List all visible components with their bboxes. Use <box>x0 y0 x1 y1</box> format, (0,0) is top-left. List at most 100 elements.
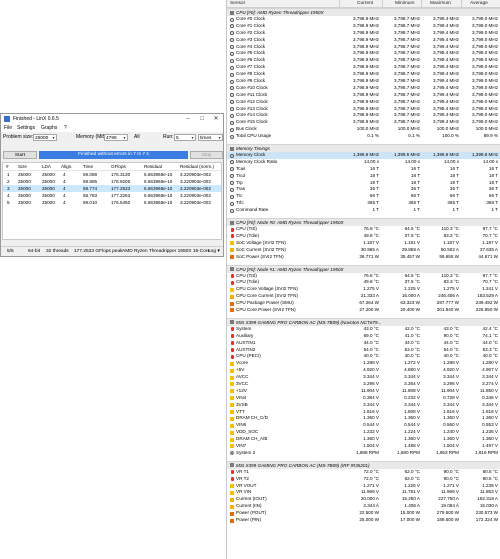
sensor-row[interactable]: CPU Package Power (SMU) 67.264 W 63.323 W 2… <box>227 300 500 307</box>
sensor-row[interactable]: VTT 1.816 V 1.808 V 1.816 V 1.816 V <box>227 409 500 416</box>
chevron-down-icon[interactable]: ▾ <box>122 135 127 140</box>
sensor-row[interactable]: Core #5 Clock 3,798.9 MHz 3,798.7 MHz 3,799… <box>227 50 500 57</box>
sensor-group-header[interactable]: CPU [#0]: Node #1: AMD Ryzen Threadrippe… <box>227 264 500 273</box>
sensor-group-header[interactable]: CPU [#0]: AMD Ryzen Threadripper 1950X <box>227 8 500 16</box>
sensor-row[interactable]: Bus Clock 100.0 MHz 100.0 MHz 100.0 MHz 100.… <box>227 126 500 133</box>
sensor-row[interactable]: VR T1 72.0 °C 62.0 °C 90.0 °C 80.5 °C <box>227 469 500 476</box>
all-checkbox-label[interactable]: All <box>134 134 140 141</box>
sensor-row[interactable]: CPU (Tctl) 76.8 °C 64.6 °C 110.3 °C 97.7 °C <box>227 273 500 280</box>
menu-file[interactable]: File <box>4 124 12 132</box>
sensor-row[interactable]: Memory Clock Ratio 14.00 x 14.00 x 14.00 x 1… <box>227 159 500 166</box>
sensor-row[interactable]: System 2 1,888 RPM 1,880 RPM 1,953 RPM 1,916… <box>227 450 500 457</box>
sensor-row[interactable]: 3VSB 3.344 V 3.344 V 3.344 V 3.344 V <box>227 402 500 409</box>
sensor-row[interactable]: Core #3 Clock 3,798.9 MHz 3,798.7 MHz 3,799… <box>227 37 500 44</box>
chevron-down-icon[interactable]: ▾ <box>190 135 195 140</box>
chevron-down-icon[interactable]: ▾ <box>217 135 222 140</box>
sensor-row[interactable]: VR VOUT 1.271 V 1.225 V 1.271 V 1.238 V <box>227 483 500 490</box>
sensor-row[interactable]: Total CPU Usage 0.1 % 0.1 % 100.0 % 89.9 % <box>227 133 500 140</box>
sensor-row[interactable]: +5V 4.920 V 4.880 V 4.920 V 4.907 V <box>227 367 500 374</box>
col-residual-norm[interactable]: Residual (norm.) <box>180 163 214 170</box>
sensor-row[interactable]: Core #2 Clock 3,798.9 MHz 3,798.7 MHz 3,799… <box>227 30 500 37</box>
column-minimum[interactable]: Minimum <box>395 0 414 7</box>
sensor-row[interactable]: 3VCC 3.296 V 3.264 V 3.296 V 3.274 V <box>227 381 500 388</box>
sensor-row[interactable]: Core #13 Clock 3,798.9 MHz 3,798.7 MHz 3,79… <box>227 106 500 113</box>
table-row[interactable]: 1 25000 25000 4 59.088 176.3130 5.663968e-10 3.… <box>3 171 221 178</box>
minimize-icon[interactable]: – <box>181 114 195 124</box>
sensor-row[interactable]: Core #10 Clock 3,798.9 MHz 3,798.7 MHz 3,79… <box>227 85 500 92</box>
sensor-row[interactable]: SoC Voltage (SVI2 TFN) 1.187 V 1.181 V 1.18… <box>227 240 500 247</box>
sensor-row[interactable]: Trc 66 T 66 T 66 T 66 T <box>227 193 500 200</box>
log-button[interactable]: Log ▾ <box>208 247 220 257</box>
sensor-row[interactable]: CPU (PECI) 40.0 °C 40.0 °C 40.0 °C 40.0 °C <box>227 353 500 360</box>
column-average[interactable]: Average <box>470 0 488 7</box>
sensor-row[interactable]: VIN7 1.504 V 1.488 V 1.504 V 1.497 V <box>227 443 500 450</box>
sensor-row[interactable]: VIN4 0.384 V 0.232 V 0.728 V 0.346 V <box>227 395 500 402</box>
sensor-row[interactable]: CPU (Tdie) 49.8 °C 37.6 °C 83.3 °C 70.7 °C <box>227 233 500 240</box>
sensor-row[interactable]: Core #14 Clock 3,798.9 MHz 3,798.7 MHz 3,79… <box>227 112 500 119</box>
sensor-row[interactable]: Core #9 Clock 3,798.9 MHz 3,798.7 MHz 3,799… <box>227 78 500 85</box>
sensor-row[interactable]: Vcore 1.288 V 1.272 V 1.288 V 1.280 V <box>227 360 500 367</box>
sensor-row[interactable]: Core #11 Clock 3,798.9 MHz 3,798.7 MHz 3,79… <box>227 92 500 99</box>
col-size[interactable]: Size <box>18 163 27 170</box>
col-residual[interactable]: Residual <box>144 163 162 170</box>
col-index[interactable]: # <box>6 163 9 170</box>
sensor-group-header[interactable]: Memory Timings <box>227 144 500 153</box>
sensor-row[interactable]: CPU (Tctl) 76.8 °C 64.6 °C 110.3 °C 97.7 °C <box>227 226 500 233</box>
sensor-list[interactable]: CPU [#0]: AMD Ryzen Threadripper 1950X Co… <box>227 8 500 524</box>
sensor-row[interactable]: VDD_SOC 1.232 V 1.224 V 1.240 V 1.236 V <box>227 429 500 436</box>
start-button[interactable]: Start <box>3 151 37 159</box>
sensor-row[interactable]: Core #6 Clock 3,798.9 MHz 3,798.7 MHz 3,799… <box>227 57 500 64</box>
sensor-row[interactable]: DRAM CH_C/D 1.360 V 1.360 V 1.360 V 1.360 V <box>227 415 500 422</box>
sensor-row[interactable]: +12V 11.904 V 11.808 V 11.904 V 11.850 V <box>227 388 500 395</box>
column-maximum[interactable]: Maximum <box>430 0 451 7</box>
menu-help[interactable]: ? <box>64 124 67 132</box>
sensor-row[interactable]: CPU (Tdie) 49.8 °C 37.5 °C 83.3 °C 70.7 °C <box>227 279 500 286</box>
menu-settings[interactable]: Settings <box>17 124 35 132</box>
table-row[interactable]: 4 25000 25000 4 58.783 177.2253 5.663968e-10 3.… <box>3 192 221 199</box>
sensor-row[interactable]: Core #1 Clock 3,798.9 MHz 3,798.7 MHz 3,799… <box>227 23 500 30</box>
sensor-group-header[interactable]: CPU [#0]: Node #0: AMD Ryzen Threadrippe… <box>227 218 500 227</box>
sensor-row[interactable]: Tras 36 T 36 T 36 T 36 T <box>227 186 500 193</box>
sensor-row[interactable]: Power (PIN) 25.000 W 17.000 W 189.500 W 172.… <box>227 517 500 524</box>
sensor-row[interactable]: Core #0 Clock 3,798.9 MHz 3,798.7 MHz 3,799… <box>227 16 500 23</box>
sensor-row[interactable]: VR T2 72.0 °C 62.0 °C 90.0 °C 80.5 °C <box>227 476 500 483</box>
chevron-down-icon[interactable]: ▾ <box>51 135 56 140</box>
problem-size-combo[interactable]: 25000 ▾ <box>33 134 57 141</box>
close-icon[interactable]: ✕ <box>209 114 223 124</box>
memory-combo[interactable]: 4788 ▾ <box>104 134 128 141</box>
sensor-row[interactable]: CPU Core Current (SVI2 TFN) 21.333 A 16.00… <box>227 293 500 300</box>
sensor-row[interactable]: VIN6 0.544 V 0.544 V 0.560 V 0.553 V <box>227 422 500 429</box>
sensor-row[interactable]: Trp 18 T 18 T 18 T 18 T <box>227 180 500 187</box>
menu-graphs[interactable]: Graphs <box>41 124 57 132</box>
sensor-row[interactable]: Auxiliary 69.0 °C 41.0 °C 90.0 °C 74.1 °C <box>227 333 500 340</box>
sensor-group-header[interactable]: MSI X399 GAMING PRO CARBON AC (MS-7B09) … <box>227 460 500 469</box>
sensor-row[interactable]: Power (POUT) 22.500 W 15.000 W 279.500 W 230… <box>227 510 500 517</box>
run-count-input[interactable]: 5 ▾ <box>174 134 196 141</box>
sensor-row[interactable]: Core #7 Clock 3,798.9 MHz 3,798.7 MHz 3,799… <box>227 64 500 71</box>
sensor-row[interactable]: AUXTIN2 54.0 °C 53.0 °C 54.0 °C 53.3 °C <box>227 347 500 354</box>
sensor-row[interactable]: System 43.0 °C 42.0 °C 43.0 °C 42.4 °C <box>227 326 500 333</box>
table-row[interactable]: 5 25000 25000 4 59.010 176.5460 5.663968e-10 3.… <box>3 199 221 206</box>
sensor-group-header[interactable]: MSI X399 GAMING PRO CARBON AC (MS-7B09) … <box>227 317 500 326</box>
column-sensor[interactable]: Sensor <box>230 0 245 7</box>
title-bar[interactable]: Finished - LinX 0.6.5 – □ ✕ <box>1 114 223 124</box>
sensor-row[interactable]: AVCC 3.344 V 3.344 V 3.344 V 3.344 V <box>227 374 500 381</box>
sensor-row[interactable]: VR VIN 11.969 V 11.781 V 11.969 V 11.853 V <box>227 489 500 496</box>
results-table[interactable]: # Size LDA Align. Time GFlops Residual R… <box>2 162 222 240</box>
maximize-icon[interactable]: □ <box>195 114 209 124</box>
sensor-row[interactable]: Memory Clock 1,399.6 MHz 1,399.5 MHz 1,399.… <box>227 152 500 159</box>
table-row[interactable]: 2 25000 25000 4 58.885 176.9206 5.663968e-10 3.… <box>3 178 221 185</box>
col-lda[interactable]: LDA <box>42 163 51 170</box>
table-row[interactable]: 3 25000 25000 4 58.774 177.2533 5.663968e-10 3.… <box>3 185 221 192</box>
col-gflops[interactable]: GFlops <box>111 163 126 170</box>
sensor-row[interactable]: Core #8 Clock 3,798.9 MHz 3,798.7 MHz 3,799… <box>227 71 500 78</box>
sensor-row[interactable]: AUXTIN1 44.0 °C 44.0 °C 44.0 °C 44.0 °C <box>227 340 500 347</box>
stop-button[interactable]: Stop <box>190 151 223 159</box>
sensor-row[interactable]: Current (IIN) 2.344 A 1.406 A 19.094 A 15.03… <box>227 503 500 510</box>
sensor-row[interactable]: Trcd 18 T 18 T 18 T 18 T <box>227 173 500 180</box>
col-time[interactable]: Time <box>83 163 93 170</box>
sensor-row[interactable]: CPU Core Voltage (SVI2 TFN) 1.275 V 1.225 … <box>227 286 500 293</box>
sensor-row[interactable]: Tcas 16 T 16 T 16 T 16 T <box>227 166 500 173</box>
sensor-row[interactable]: DRAM CH_A/B 1.360 V 1.360 V 1.360 V 1.360 V <box>227 436 500 443</box>
sensor-row[interactable]: Core #4 Clock 3,798.9 MHz 3,798.7 MHz 3,799… <box>227 44 500 51</box>
